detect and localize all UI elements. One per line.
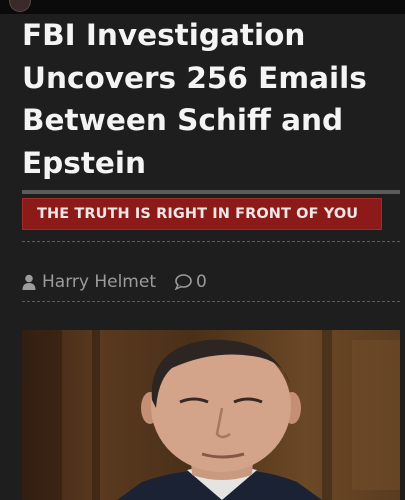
portrait-illustration [22,330,400,500]
tagline-text: THE TRUTH IS RIGHT IN FRONT OF YOU [37,206,359,222]
dotted-divider-top [22,241,400,242]
top-bar [0,0,405,14]
site-logo[interactable] [9,0,31,12]
author-name[interactable]: Harry Helmet [42,272,156,292]
article-meta: Harry Helmet 0 [22,268,207,296]
comment-count[interactable]: 0 [196,272,207,292]
comment-bubble-icon[interactable] [174,274,192,291]
article-photo [22,330,400,500]
user-icon [22,274,36,290]
article-headline: FBI Investigation Uncovers 256 Emails Be… [22,18,367,180]
headline-divider [22,190,400,194]
dotted-divider-bottom [22,301,400,302]
tagline-banner: THE TRUTH IS RIGHT IN FRONT OF YOU [22,198,382,230]
